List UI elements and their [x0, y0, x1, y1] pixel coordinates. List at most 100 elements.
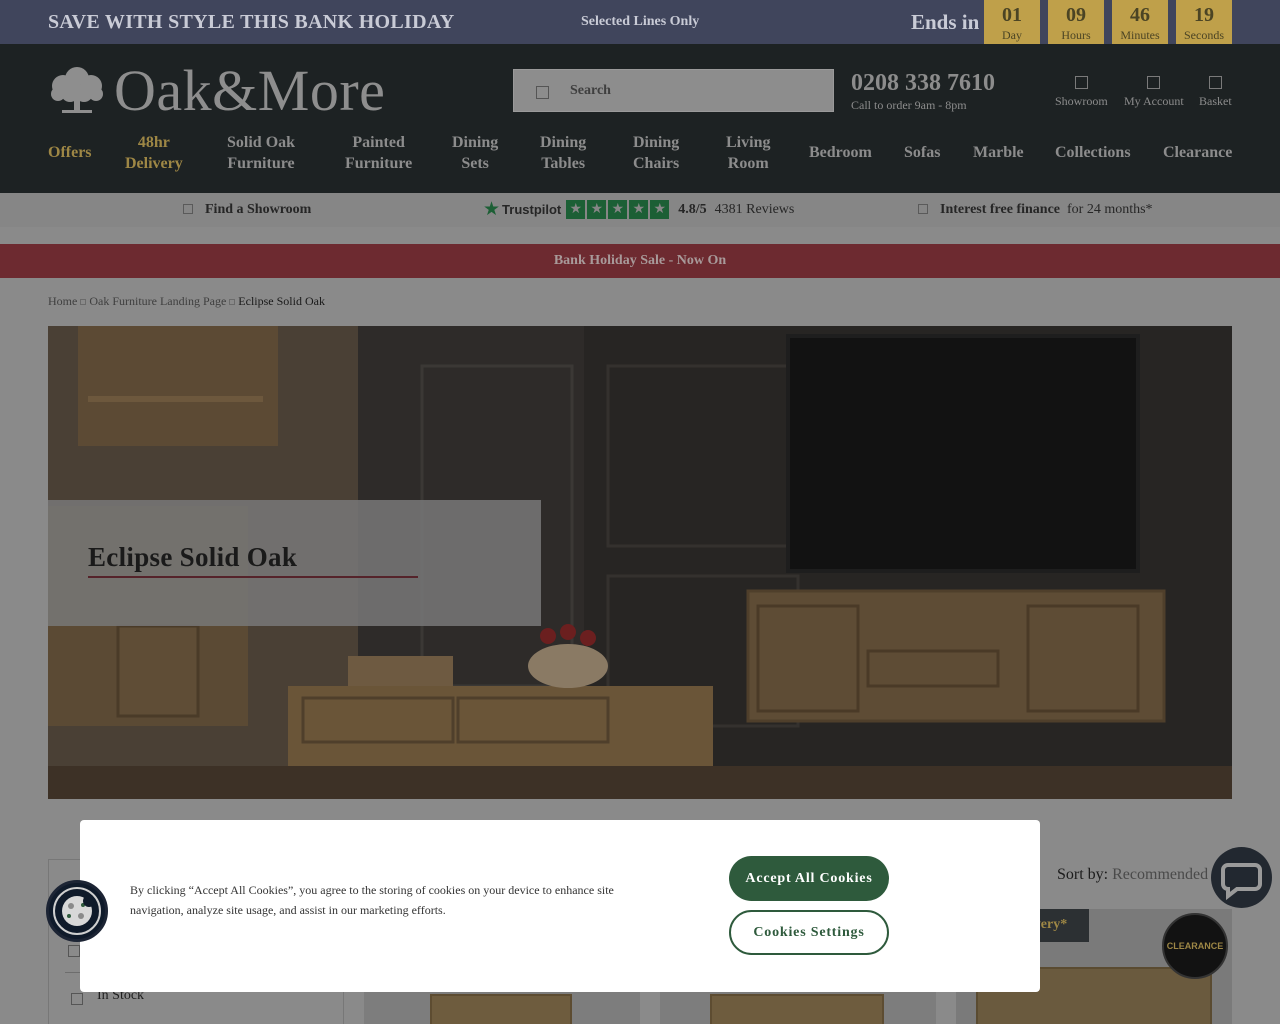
- nav-dining-tables[interactable]: Dining Tables: [540, 132, 586, 174]
- location-icon: [183, 204, 193, 214]
- site-logo[interactable]: Oak&More: [48, 62, 385, 120]
- basket-icon: [1208, 76, 1222, 89]
- nav-label: Delivery: [125, 155, 183, 172]
- chat-bubble-icon: [1221, 863, 1262, 901]
- cookie-icon: [53, 887, 101, 935]
- nav-label: Living: [726, 134, 771, 151]
- account-link[interactable]: My Account: [1124, 76, 1184, 109]
- hero-banner: Eclipse Solid Oak: [48, 326, 1232, 799]
- breadcrumb-home[interactable]: Home: [48, 294, 77, 308]
- clearance-badge: CLEARANCE: [1162, 913, 1228, 979]
- nav-label: Furniture: [227, 155, 295, 172]
- chat-button[interactable]: [1211, 847, 1272, 908]
- countdown-unit: Minutes: [1120, 28, 1160, 42]
- nav-marble[interactable]: Marble: [973, 142, 1024, 163]
- nav-label: Dining: [452, 134, 499, 151]
- trustpilot-name: Trustpilot: [502, 202, 562, 217]
- nav-solid-oak-furniture[interactable]: Solid Oak Furniture: [227, 132, 295, 174]
- cookie-glyph: [62, 895, 95, 926]
- nav-label: Marble: [973, 144, 1024, 161]
- nav-label: 48hr: [137, 134, 170, 151]
- showroom-icon: [1074, 76, 1088, 89]
- nav-label: Offers: [48, 144, 92, 161]
- promo-subtitle: Selected Lines Only: [581, 14, 700, 29]
- nav-label: Sets: [461, 155, 489, 172]
- in-stock-checkbox[interactable]: [71, 993, 83, 1005]
- sale-banner[interactable]: Bank Holiday Sale - Now On: [0, 244, 1280, 278]
- countdown-hours: 09 Hours: [1048, 0, 1104, 44]
- title-underline: [88, 576, 418, 578]
- phone-number[interactable]: 0208 338 7610: [851, 69, 995, 97]
- rating-star-icon: ★: [587, 200, 607, 219]
- showroom-link[interactable]: Showroom: [1055, 76, 1108, 109]
- trustpilot-star-icon: ★: [483, 198, 501, 220]
- nav-dining-chairs[interactable]: Dining Chairs: [633, 132, 679, 174]
- countdown-minutes: 46 Minutes: [1112, 0, 1168, 44]
- finance-icon: [918, 204, 928, 214]
- find-showroom-label: Find a Showroom: [205, 202, 312, 217]
- page-title: Eclipse Solid Oak: [88, 542, 298, 572]
- nav-label: Room: [727, 155, 769, 172]
- basket-label: Basket: [1199, 94, 1232, 108]
- nav-living-room[interactable]: Living Room: [726, 132, 770, 174]
- nav-48hr-delivery[interactable]: 48hr Delivery: [125, 132, 183, 174]
- nav-dining-sets[interactable]: Dining Sets: [452, 132, 498, 174]
- nav-label: Chairs: [633, 155, 680, 172]
- nav-sofas[interactable]: Sofas: [904, 142, 940, 163]
- accept-all-cookies-button[interactable]: Accept All Cookies: [729, 856, 889, 901]
- rating-star-icon: ★: [629, 200, 649, 219]
- cookie-consent-text: By clicking “Accept All Cookies”, you ag…: [130, 883, 614, 917]
- nav-label: Clearance: [1163, 144, 1233, 161]
- sort-dropdown[interactable]: Sort by: Recommended: [1057, 866, 1208, 884]
- countdown-seconds: 19 Seconds: [1176, 0, 1232, 44]
- nav-painted-furniture[interactable]: Painted Furniture: [345, 132, 412, 174]
- account-label: My Account: [1124, 94, 1184, 108]
- showroom-label: Showroom: [1055, 94, 1108, 108]
- countdown-unit: Seconds: [1184, 28, 1224, 42]
- cookies-settings-button[interactable]: Cookies Settings: [729, 910, 889, 955]
- trust-bar: Find a Showroom ★ Trustpilot ★ ★ ★ ★ ★ 4…: [0, 193, 1280, 227]
- nav-label: Collections: [1055, 144, 1131, 161]
- basket-link[interactable]: Basket: [1199, 76, 1232, 109]
- product-image: [710, 994, 884, 1024]
- rating-star-icon: ★: [650, 200, 670, 219]
- rating-star-icon: ★: [608, 200, 628, 219]
- nav-collections[interactable]: Collections: [1055, 142, 1131, 163]
- nav-label: Furniture: [345, 155, 413, 172]
- finance-link[interactable]: Interest free finance for 24 months*: [918, 202, 1153, 218]
- trustpilot-rating: 4.8/5: [678, 201, 707, 217]
- sort-value: Recommended: [1112, 866, 1209, 883]
- finance-bold: Interest free finance: [940, 202, 1060, 217]
- oak-tree-icon: [51, 67, 103, 113]
- countdown-days: 01 Day: [984, 0, 1040, 44]
- account-icon: [1147, 76, 1161, 89]
- search-placeholder: Search: [570, 83, 611, 98]
- nav-label: Sofas: [904, 144, 941, 161]
- find-showroom-link[interactable]: Find a Showroom: [183, 202, 311, 218]
- nav-label: Dining: [633, 134, 680, 151]
- product-image: [430, 994, 572, 1024]
- breadcrumb-oak-furniture[interactable]: Oak Furniture Landing Page: [89, 294, 226, 308]
- search-icon: [536, 86, 549, 99]
- countdown-unit: Day: [1002, 28, 1022, 42]
- phone-hours: Call to order 9am - 8pm: [851, 98, 967, 112]
- search-input[interactable]: Search: [513, 69, 834, 112]
- trustpilot-widget[interactable]: ★ Trustpilot ★ ★ ★ ★ ★ 4.8/5 4381 Review…: [483, 200, 794, 219]
- nav-clearance[interactable]: Clearance: [1163, 142, 1232, 163]
- nav-label: Tables: [541, 155, 586, 172]
- countdown-value: 09: [1066, 4, 1086, 26]
- rating-star-icon: ★: [566, 200, 586, 219]
- cookie-preferences-button[interactable]: [46, 880, 108, 942]
- hero-title-panel: Eclipse Solid Oak: [48, 500, 541, 626]
- nav-bedroom[interactable]: Bedroom: [809, 142, 872, 163]
- countdown-unit: Hours: [1061, 28, 1091, 42]
- phone-contact[interactable]: 0208 338 7610 Call to order 9am - 8pm: [851, 69, 995, 113]
- countdown-value: 46: [1130, 4, 1150, 26]
- promo-bar: SAVE WITH STYLE THIS BANK HOLIDAY Select…: [0, 0, 1280, 44]
- site-header: Oak&More Search 0208 338 7610 Call to or…: [0, 44, 1280, 193]
- nav-offers[interactable]: Offers: [48, 142, 92, 163]
- promo-title: SAVE WITH STYLE THIS BANK HOLIDAY: [48, 11, 455, 33]
- logo-wordmark: Oak&More: [114, 58, 386, 123]
- breadcrumb: Home Oak Furniture Landing Page Eclipse So…: [48, 294, 325, 309]
- filter-checkbox[interactable]: [68, 945, 80, 957]
